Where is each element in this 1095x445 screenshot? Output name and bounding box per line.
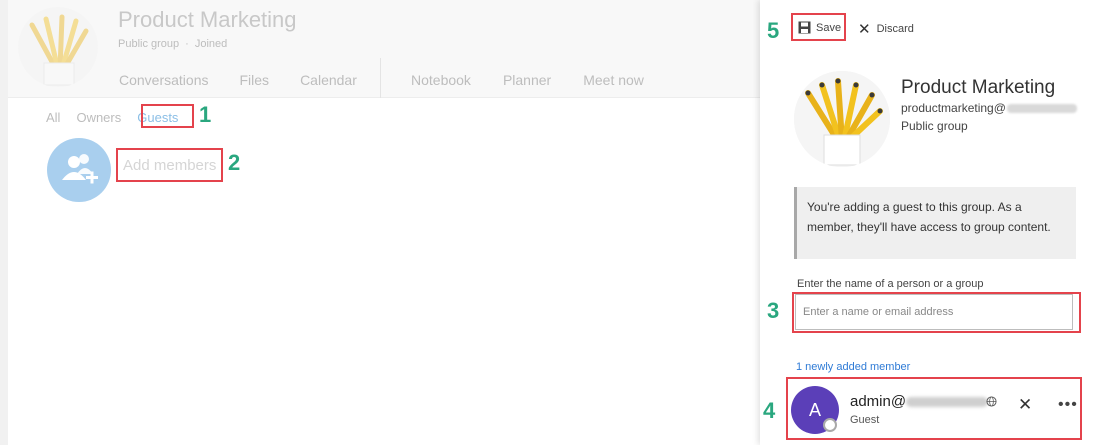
callout-box-guests (141, 104, 194, 128)
callout-number-5: 5 (767, 18, 780, 43)
callout-box-save (791, 13, 846, 41)
tab-notebook[interactable]: Notebook (411, 72, 471, 88)
guest-notice: You're adding a guest to this group. As … (794, 187, 1076, 259)
tab-planner[interactable]: Planner (503, 72, 551, 88)
group-membership: Joined (194, 38, 228, 50)
pencils-image (794, 71, 890, 167)
group-nav: Conversations Files Calendar (119, 72, 388, 88)
people-field-label: Enter the name of a person or a group (797, 278, 984, 290)
panel-group-title: Product Marketing (901, 77, 1056, 98)
newly-added-label: 1 newly added member (796, 361, 911, 373)
filter-all[interactable]: All (46, 110, 60, 125)
add-members-icon[interactable] (47, 138, 111, 202)
group-subtitle: Public group · Joined (118, 38, 233, 50)
group-visibility: Public group (118, 38, 180, 50)
callout-box-member (786, 377, 1082, 440)
panel-group-avatar (794, 71, 890, 167)
left-rail (0, 0, 8, 445)
group-title: Product Marketing (118, 7, 297, 32)
panel-group-email: productmarketing@ (901, 101, 1077, 115)
redacted-text (1006, 104, 1077, 114)
nav-divider (380, 58, 381, 98)
tab-files[interactable]: Files (240, 72, 270, 88)
discard-label: Discard (876, 23, 914, 35)
filter-owners[interactable]: Owners (76, 110, 121, 125)
add-people-icon (62, 154, 98, 184)
group-nav-apps: Notebook Planner Meet now (411, 72, 676, 88)
callout-box-people-input (792, 292, 1081, 333)
callout-number-1: 1 (199, 102, 212, 127)
close-icon: ✕ (858, 21, 871, 38)
tab-conversations[interactable]: Conversations (119, 72, 209, 88)
panel-group-visibility: Public group (901, 119, 968, 133)
pencils-image (18, 7, 98, 87)
callout-box-add-members (116, 148, 223, 182)
discard-button[interactable]: ✕ Discard (858, 20, 914, 38)
group-email-prefix: productmarketing@ (901, 101, 1006, 115)
callout-number-2: 2 (228, 150, 241, 175)
tab-calendar[interactable]: Calendar (300, 72, 357, 88)
callout-number-3: 3 (767, 298, 780, 323)
callout-number-4: 4 (763, 398, 776, 423)
group-page: Product Marketing Public group · Joined Co… (0, 0, 760, 445)
group-avatar (18, 7, 98, 87)
tab-meet-now[interactable]: Meet now (583, 72, 644, 88)
separator: · (185, 38, 189, 50)
